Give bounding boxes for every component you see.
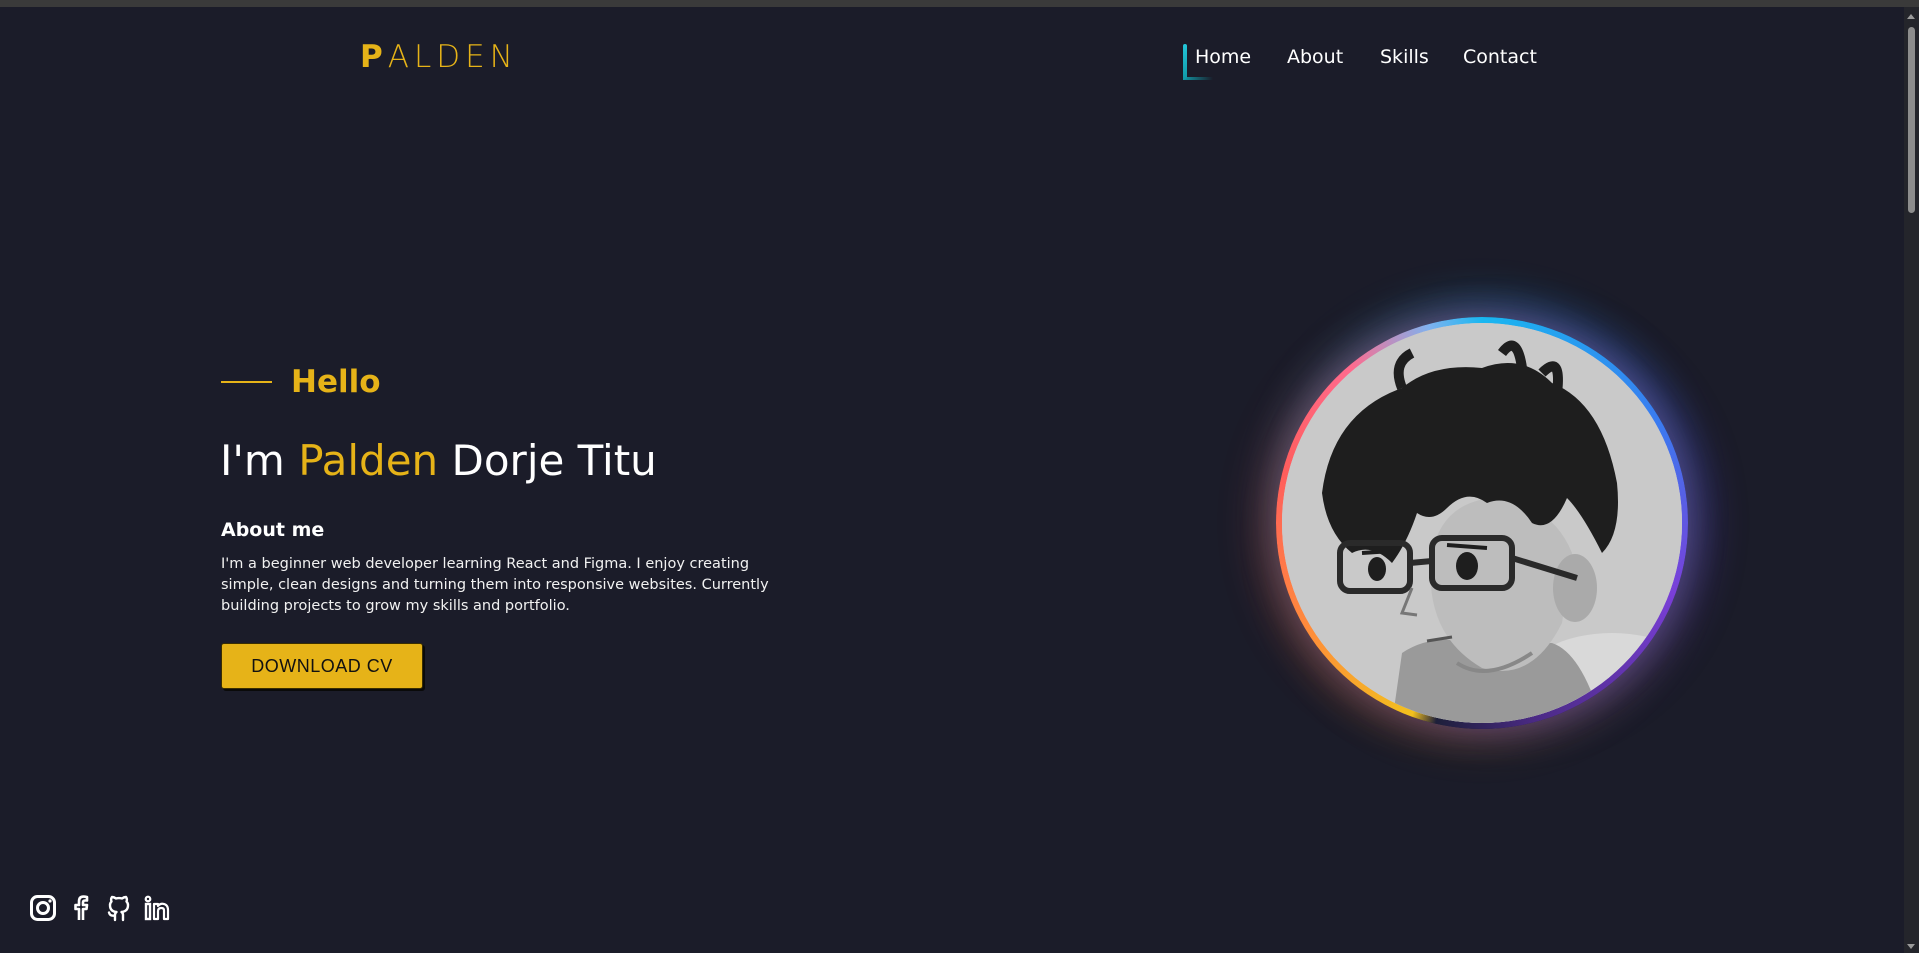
nav-skills[interactable]: Skills (1380, 45, 1429, 69)
social-links (29, 894, 171, 922)
avatar (1282, 323, 1682, 723)
anime-portrait-avatar (1282, 323, 1682, 723)
scroll-down-arrow-icon[interactable] (1907, 944, 1915, 949)
linkedin-icon[interactable] (143, 894, 171, 922)
scrollbar-thumb[interactable] (1908, 27, 1915, 213)
about-text: I'm a beginner web developer learning Re… (221, 556, 769, 614)
nav-about[interactable]: About (1287, 45, 1343, 69)
download-cv-button[interactable]: DOWNLOAD CV (221, 643, 423, 689)
page-scrollbar[interactable] (1904, 7, 1919, 953)
avatar-ring (1276, 317, 1688, 729)
logo-rest: ALDEN (387, 39, 518, 75)
headline-prefix: I'm (220, 436, 299, 485)
headline-accent-name: Palden (298, 436, 439, 485)
hero-headline: I'm Palden Dorje Titu (220, 433, 657, 489)
logo-first-letter: P (360, 39, 388, 75)
instagram-icon[interactable] (29, 894, 57, 922)
greeting-text: Hello (291, 364, 381, 400)
github-icon[interactable] (105, 894, 133, 922)
facebook-icon[interactable] (67, 894, 95, 922)
greeting-line (221, 381, 272, 383)
site-logo[interactable]: PALDEN (360, 39, 518, 75)
scroll-up-arrow-icon[interactable] (1907, 14, 1915, 19)
nav-contact[interactable]: Contact (1463, 45, 1537, 69)
headline-suffix: Dorje Titu (438, 436, 657, 485)
nav-home[interactable]: Home (1195, 45, 1251, 69)
about-title: About me (221, 519, 325, 541)
browser-top-bar (0, 0, 1919, 7)
